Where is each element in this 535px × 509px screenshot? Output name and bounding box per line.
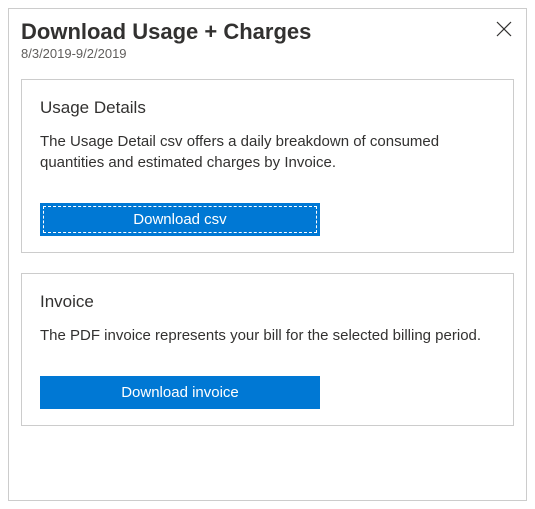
download-csv-button[interactable]: Download csv — [40, 203, 320, 236]
close-icon — [496, 21, 512, 37]
date-range: 8/3/2019-9/2/2019 — [21, 46, 311, 61]
panel-title: Download Usage + Charges — [21, 19, 311, 45]
panel-header: Download Usage + Charges 8/3/2019-9/2/20… — [21, 19, 514, 61]
invoice-card-title: Invoice — [40, 292, 495, 312]
header-text: Download Usage + Charges 8/3/2019-9/2/20… — [21, 19, 311, 61]
usage-details-card: Usage Details The Usage Detail csv offer… — [21, 79, 514, 253]
usage-card-title: Usage Details — [40, 98, 495, 118]
usage-card-description: The Usage Detail csv offers a daily brea… — [40, 132, 495, 173]
invoice-card: Invoice The PDF invoice represents your … — [21, 273, 514, 426]
invoice-card-description: The PDF invoice represents your bill for… — [40, 326, 495, 346]
download-invoice-button[interactable]: Download invoice — [40, 376, 320, 409]
download-panel: Download Usage + Charges 8/3/2019-9/2/20… — [8, 8, 527, 501]
close-button[interactable] — [494, 19, 514, 41]
